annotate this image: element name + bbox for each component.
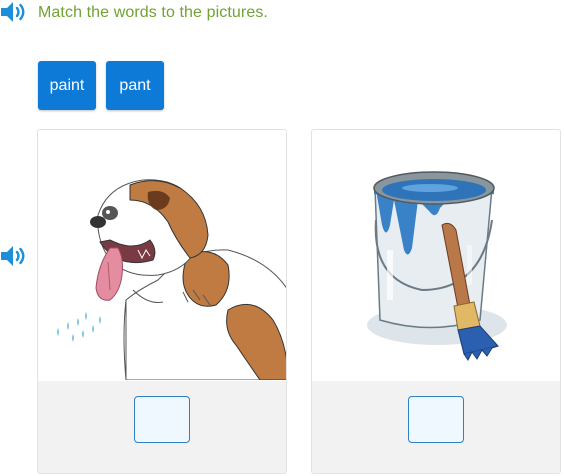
dog-picture <box>38 130 286 381</box>
word-tile-paint[interactable]: paint <box>38 61 96 110</box>
drop-area-dog <box>38 381 286 473</box>
word-tile-pant[interactable]: pant <box>106 61 164 110</box>
answer-drop-box-dog[interactable] <box>134 396 190 443</box>
instruction-text: Match the words to the pictures. <box>38 4 268 21</box>
drop-area-paint <box>312 381 560 473</box>
read-instruction-speaker-icon[interactable] <box>0 0 30 24</box>
answer-drop-box-paint[interactable] <box>408 396 464 443</box>
picture-card-paint <box>311 129 561 474</box>
paint-can-picture <box>312 130 560 380</box>
picture-card-dog <box>37 129 287 474</box>
read-pictures-speaker-icon[interactable] <box>0 244 30 268</box>
